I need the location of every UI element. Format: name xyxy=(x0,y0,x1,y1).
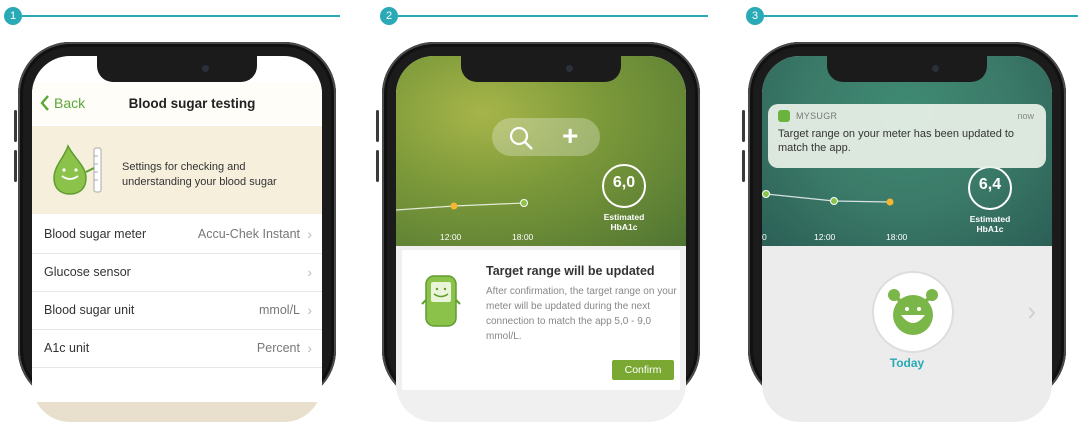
notch xyxy=(827,56,987,82)
row-label: Glucose sensor xyxy=(44,265,131,279)
data-point xyxy=(520,199,528,207)
time-label: 12:00 xyxy=(814,232,836,242)
chevron-right-icon: › xyxy=(307,340,312,356)
today-button[interactable] xyxy=(872,271,954,353)
dialog-title: Target range will be updated xyxy=(486,264,655,278)
phone-frame: 0 12:00 18:00 6,4 Estimated HbA1c MYSUGR… xyxy=(748,42,1066,422)
hba1c-value: 6,0 xyxy=(612,174,636,191)
chevron-right-icon: › xyxy=(307,264,312,280)
hba1c-badge: 6,4 xyxy=(968,166,1012,210)
step-badge: 1 xyxy=(4,7,22,25)
confirm-button[interactable]: Confirm xyxy=(612,360,674,380)
row-value: Percent xyxy=(256,341,300,355)
chevron-right-icon: › xyxy=(307,226,312,242)
hba1c-badge: 6,0 xyxy=(602,164,646,208)
camera-icon xyxy=(202,65,209,72)
notification-app-name: MYSUGR xyxy=(796,111,838,121)
time-label: 18:00 xyxy=(886,232,908,242)
side-button xyxy=(742,150,745,182)
step-divider xyxy=(22,15,340,17)
time-label: 0 xyxy=(762,232,767,242)
hba1c-caption: Estimated HbA1c xyxy=(958,214,1022,234)
banner-text: Settings for checking and understanding … xyxy=(122,161,277,188)
phone-screen: Back Blood sugar testing Settings for ch… xyxy=(32,56,322,422)
hba1c-caption: Estimated HbA1c xyxy=(592,212,656,232)
phone-frame: + 12:00 18:00 6,0 Estimated HbA1c Target… xyxy=(382,42,700,422)
blood-drop-mascot-icon xyxy=(53,144,102,195)
meter-mascot-icon xyxy=(421,275,461,327)
today-label: Today xyxy=(889,356,925,370)
action-pill: + xyxy=(492,118,600,156)
data-point xyxy=(830,197,838,205)
row-value: mmol/L xyxy=(259,303,300,317)
row-label: A1c unit xyxy=(44,341,90,355)
glucose-trend-line xyxy=(396,199,528,211)
notification-time: now xyxy=(1017,111,1034,121)
hba1c-value: 6,4 xyxy=(978,176,1002,193)
data-point xyxy=(762,190,770,198)
hba1c-caption-line: HbA1c xyxy=(976,224,1004,234)
footer-area xyxy=(32,402,322,422)
camera-icon xyxy=(932,65,939,72)
phone-screen: + 12:00 18:00 6,0 Estimated HbA1c Target… xyxy=(396,56,686,422)
hba1c-caption-line: Estimated xyxy=(969,214,1011,224)
step-3: 3 0 12:00 18:00 6,4 Estimated HbA1c MYSU… xyxy=(728,0,1082,422)
chevron-right-icon: › xyxy=(307,302,312,318)
step-badge: 3 xyxy=(746,7,764,25)
notch xyxy=(97,56,257,82)
camera-icon xyxy=(566,65,573,72)
settings-row-meter[interactable]: Blood sugar meter Accu-Chek Instant › xyxy=(32,216,322,254)
notch xyxy=(461,56,621,82)
dialog-body: After confirmation, the target range on … xyxy=(486,286,677,342)
graph-header: 0 12:00 18:00 6,4 Estimated HbA1c MYSUGR… xyxy=(762,56,1052,246)
settings-row-unit[interactable]: Blood sugar unit mmol/L › xyxy=(32,292,322,330)
row-label: Blood sugar unit xyxy=(44,303,135,317)
side-button xyxy=(376,110,379,142)
side-button xyxy=(14,110,17,142)
settings-row-glucose-sensor[interactable]: Glucose sensor › xyxy=(32,254,322,292)
mysugr-app-icon xyxy=(778,110,790,122)
row-value: Accu-Chek Instant xyxy=(197,227,300,241)
target-range-dialog: Target range will be updated After confi… xyxy=(402,250,680,390)
side-button xyxy=(14,150,17,182)
hba1c-caption-line: HbA1c xyxy=(610,222,638,232)
side-button xyxy=(742,110,745,142)
nav-bar: Back Blood sugar testing xyxy=(32,82,322,124)
time-label: 18:00 xyxy=(512,232,534,242)
step-2: 2 + 12:00 18:00 6,0 Estimated HbA1c Targ… xyxy=(362,0,722,422)
search-icon[interactable] xyxy=(508,125,534,151)
settings-list: Blood sugar meter Accu-Chek Instant › Gl… xyxy=(32,216,322,368)
step-divider xyxy=(764,15,1078,17)
plus-icon[interactable]: + xyxy=(562,120,578,152)
notification-text: Target range on your meter has been upda… xyxy=(778,128,1015,154)
step-divider xyxy=(398,15,708,17)
glucose-trend-line xyxy=(762,190,894,206)
phone-frame: Back Blood sugar testing Settings for ch… xyxy=(18,42,336,422)
hba1c-caption-line: Estimated xyxy=(603,212,645,222)
monster-icon xyxy=(888,289,938,335)
chevron-right-icon[interactable]: › xyxy=(1027,296,1036,327)
step-badge: 2 xyxy=(380,7,398,25)
step-1: 1 Back Blood sugar testing Settings for … xyxy=(0,0,360,422)
phone-screen: 0 12:00 18:00 6,4 Estimated HbA1c MYSUGR… xyxy=(762,56,1052,422)
settings-row-a1c-unit[interactable]: A1c unit Percent › xyxy=(32,330,322,368)
data-point xyxy=(450,202,458,210)
side-button xyxy=(376,150,379,182)
time-label: 12:00 xyxy=(440,232,462,242)
page-title: Blood sugar testing xyxy=(128,96,256,111)
graph-header: + 12:00 18:00 6,0 Estimated HbA1c xyxy=(396,56,686,246)
push-notification[interactable]: MYSUGR now Target range on your meter ha… xyxy=(768,104,1046,168)
info-banner: Settings for checking and understanding … xyxy=(32,126,322,214)
row-label: Blood sugar meter xyxy=(44,227,147,241)
data-point xyxy=(886,198,894,206)
